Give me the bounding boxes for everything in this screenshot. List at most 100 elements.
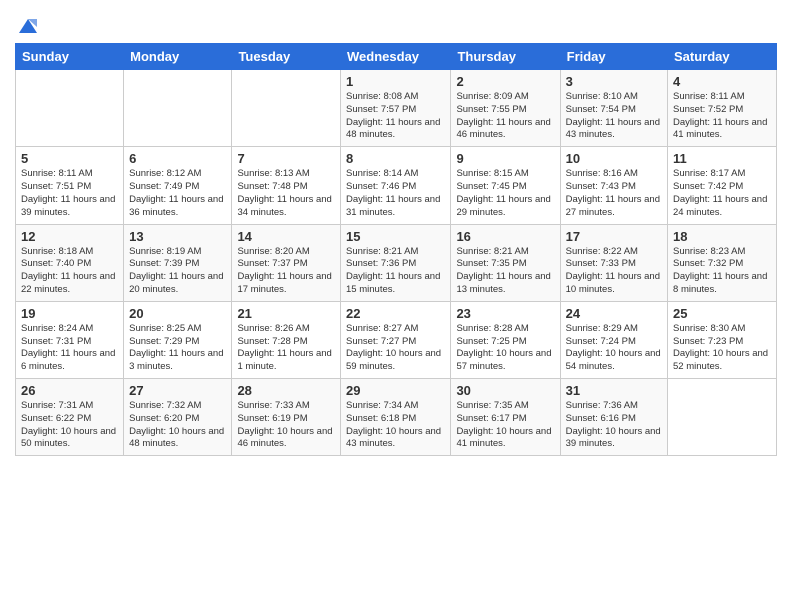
calendar-cell: 1 Sunrise: 8:08 AM Sunset: 7:57 PM Daylig… <box>341 70 451 147</box>
day-info: Sunrise: 7:34 AM Sunset: 6:18 PM Dayligh… <box>346 400 445 451</box>
day-info: Sunrise: 8:17 AM Sunset: 7:42 PM Dayligh… <box>673 168 771 219</box>
day-number: 25 <box>673 306 771 321</box>
day-number: 27 <box>129 383 226 398</box>
calendar-cell <box>124 70 232 147</box>
day-number: 4 <box>673 74 771 89</box>
day-number: 12 <box>21 229 118 244</box>
day-info: Sunrise: 8:18 AM Sunset: 7:40 PM Dayligh… <box>21 246 118 297</box>
logo <box>15 15 39 35</box>
calendar-cell: 27 Sunrise: 7:32 AM Sunset: 6:20 PM Dayli… <box>124 379 232 456</box>
day-number: 2 <box>456 74 554 89</box>
calendar-cell: 14Sunrise: 8:20 AM Sunset: 7:37 PM Dayli… <box>232 224 341 301</box>
day-number: 28 <box>237 383 335 398</box>
calendar-cell: 6 Sunrise: 8:12 AM Sunset: 7:49 PM Daylig… <box>124 147 232 224</box>
day-info: Sunrise: 8:22 AM Sunset: 7:33 PM Dayligh… <box>566 246 662 297</box>
calendar-cell: 9 Sunrise: 8:15 AM Sunset: 7:45 PM Daylig… <box>451 147 560 224</box>
day-info: Sunrise: 8:13 AM Sunset: 7:48 PM Dayligh… <box>237 168 335 219</box>
calendar-cell: 4Sunrise: 8:11 AM Sunset: 7:52 PM Daylig… <box>668 70 777 147</box>
calendar-cell: 23 Sunrise: 8:28 AM Sunset: 7:25 PM Dayli… <box>451 301 560 378</box>
day-info: Sunrise: 8:16 AM Sunset: 7:43 PM Dayligh… <box>566 168 662 219</box>
calendar-cell: 2 Sunrise: 8:09 AM Sunset: 7:55 PM Daylig… <box>451 70 560 147</box>
calendar-cell: 31Sunrise: 7:36 AM Sunset: 6:16 PM Dayli… <box>560 379 667 456</box>
day-info: Sunrise: 7:32 AM Sunset: 6:20 PM Dayligh… <box>129 400 226 451</box>
calendar-cell: 20 Sunrise: 8:25 AM Sunset: 7:29 PM Dayli… <box>124 301 232 378</box>
calendar-cell: 22 Sunrise: 8:27 AM Sunset: 7:27 PM Dayli… <box>341 301 451 378</box>
calendar-cell: 3 Sunrise: 8:10 AM Sunset: 7:54 PM Daylig… <box>560 70 667 147</box>
calendar-cell <box>668 379 777 456</box>
calendar-cell: 29 Sunrise: 7:34 AM Sunset: 6:18 PM Dayli… <box>341 379 451 456</box>
day-number: 31 <box>566 383 662 398</box>
calendar-cell <box>16 70 124 147</box>
day-info: Sunrise: 8:25 AM Sunset: 7:29 PM Dayligh… <box>129 323 226 374</box>
header-row: SundayMondayTuesdayWednesdayThursdayFrid… <box>16 44 777 70</box>
calendar-cell: 28 Sunrise: 7:33 AM Sunset: 6:19 PM Dayli… <box>232 379 341 456</box>
day-number: 19 <box>21 306 118 321</box>
day-number: 9 <box>456 151 554 166</box>
day-number: 1 <box>346 74 445 89</box>
calendar-cell: 21Sunrise: 8:26 AM Sunset: 7:28 PM Dayli… <box>232 301 341 378</box>
calendar-cell: 8 Sunrise: 8:14 AM Sunset: 7:46 PM Daylig… <box>341 147 451 224</box>
calendar: SundayMondayTuesdayWednesdayThursdayFrid… <box>15 43 777 456</box>
calendar-cell: 10 Sunrise: 8:16 AM Sunset: 7:43 PM Dayli… <box>560 147 667 224</box>
day-number: 13 <box>129 229 226 244</box>
day-number: 26 <box>21 383 118 398</box>
calendar-cell: 30 Sunrise: 7:35 AM Sunset: 6:17 PM Dayli… <box>451 379 560 456</box>
header <box>15 10 777 35</box>
day-info: Sunrise: 7:33 AM Sunset: 6:19 PM Dayligh… <box>237 400 335 451</box>
day-info: Sunrise: 8:12 AM Sunset: 7:49 PM Dayligh… <box>129 168 226 219</box>
calendar-cell: 19 Sunrise: 8:24 AM Sunset: 7:31 PM Dayli… <box>16 301 124 378</box>
day-info: Sunrise: 8:10 AM Sunset: 7:54 PM Dayligh… <box>566 91 662 142</box>
day-info: Sunrise: 8:19 AM Sunset: 7:39 PM Dayligh… <box>129 246 226 297</box>
day-info: Sunrise: 8:26 AM Sunset: 7:28 PM Dayligh… <box>237 323 335 374</box>
calendar-cell <box>232 70 341 147</box>
day-of-week-header: Friday <box>560 44 667 70</box>
calendar-cell: 25 Sunrise: 8:30 AM Sunset: 7:23 PM Dayli… <box>668 301 777 378</box>
day-number: 6 <box>129 151 226 166</box>
day-number: 3 <box>566 74 662 89</box>
day-number: 30 <box>456 383 554 398</box>
calendar-cell: 24Sunrise: 8:29 AM Sunset: 7:24 PM Dayli… <box>560 301 667 378</box>
calendar-week-row: 5 Sunrise: 8:11 AM Sunset: 7:51 PM Daylig… <box>16 147 777 224</box>
day-number: 8 <box>346 151 445 166</box>
day-number: 10 <box>566 151 662 166</box>
page: SundayMondayTuesdayWednesdayThursdayFrid… <box>0 0 792 612</box>
calendar-cell: 17 Sunrise: 8:22 AM Sunset: 7:33 PM Dayli… <box>560 224 667 301</box>
day-info: Sunrise: 8:11 AM Sunset: 7:51 PM Dayligh… <box>21 168 118 219</box>
day-info: Sunrise: 8:23 AM Sunset: 7:32 PM Dayligh… <box>673 246 771 297</box>
day-number: 22 <box>346 306 445 321</box>
calendar-cell: 7 Sunrise: 8:13 AM Sunset: 7:48 PM Daylig… <box>232 147 341 224</box>
day-of-week-header: Tuesday <box>232 44 341 70</box>
logo-icon <box>17 15 39 37</box>
day-number: 18 <box>673 229 771 244</box>
day-info: Sunrise: 8:30 AM Sunset: 7:23 PM Dayligh… <box>673 323 771 374</box>
day-info: Sunrise: 8:09 AM Sunset: 7:55 PM Dayligh… <box>456 91 554 142</box>
day-number: 20 <box>129 306 226 321</box>
day-info: Sunrise: 8:08 AM Sunset: 7:57 PM Dayligh… <box>346 91 445 142</box>
calendar-cell: 18 Sunrise: 8:23 AM Sunset: 7:32 PM Dayli… <box>668 224 777 301</box>
day-info: Sunrise: 8:29 AM Sunset: 7:24 PM Dayligh… <box>566 323 662 374</box>
calendar-cell: 16Sunrise: 8:21 AM Sunset: 7:35 PM Dayli… <box>451 224 560 301</box>
calendar-week-row: 12 Sunrise: 8:18 AM Sunset: 7:40 PM Dayli… <box>16 224 777 301</box>
day-number: 11 <box>673 151 771 166</box>
day-number: 5 <box>21 151 118 166</box>
day-number: 29 <box>346 383 445 398</box>
calendar-cell: 12 Sunrise: 8:18 AM Sunset: 7:40 PM Dayli… <box>16 224 124 301</box>
day-info: Sunrise: 7:31 AM Sunset: 6:22 PM Dayligh… <box>21 400 118 451</box>
day-number: 23 <box>456 306 554 321</box>
calendar-week-row: 19 Sunrise: 8:24 AM Sunset: 7:31 PM Dayli… <box>16 301 777 378</box>
day-info: Sunrise: 8:21 AM Sunset: 7:35 PM Dayligh… <box>456 246 554 297</box>
day-of-week-header: Monday <box>124 44 232 70</box>
day-info: Sunrise: 8:24 AM Sunset: 7:31 PM Dayligh… <box>21 323 118 374</box>
day-of-week-header: Sunday <box>16 44 124 70</box>
day-number: 7 <box>237 151 335 166</box>
calendar-cell: 15Sunrise: 8:21 AM Sunset: 7:36 PM Dayli… <box>341 224 451 301</box>
calendar-week-row: 26 Sunrise: 7:31 AM Sunset: 6:22 PM Dayli… <box>16 379 777 456</box>
day-info: Sunrise: 7:35 AM Sunset: 6:17 PM Dayligh… <box>456 400 554 451</box>
day-number: 17 <box>566 229 662 244</box>
calendar-cell: 5 Sunrise: 8:11 AM Sunset: 7:51 PM Daylig… <box>16 147 124 224</box>
day-info: Sunrise: 8:27 AM Sunset: 7:27 PM Dayligh… <box>346 323 445 374</box>
day-info: Sunrise: 8:15 AM Sunset: 7:45 PM Dayligh… <box>456 168 554 219</box>
day-of-week-header: Wednesday <box>341 44 451 70</box>
day-info: Sunrise: 8:14 AM Sunset: 7:46 PM Dayligh… <box>346 168 445 219</box>
day-info: Sunrise: 8:28 AM Sunset: 7:25 PM Dayligh… <box>456 323 554 374</box>
